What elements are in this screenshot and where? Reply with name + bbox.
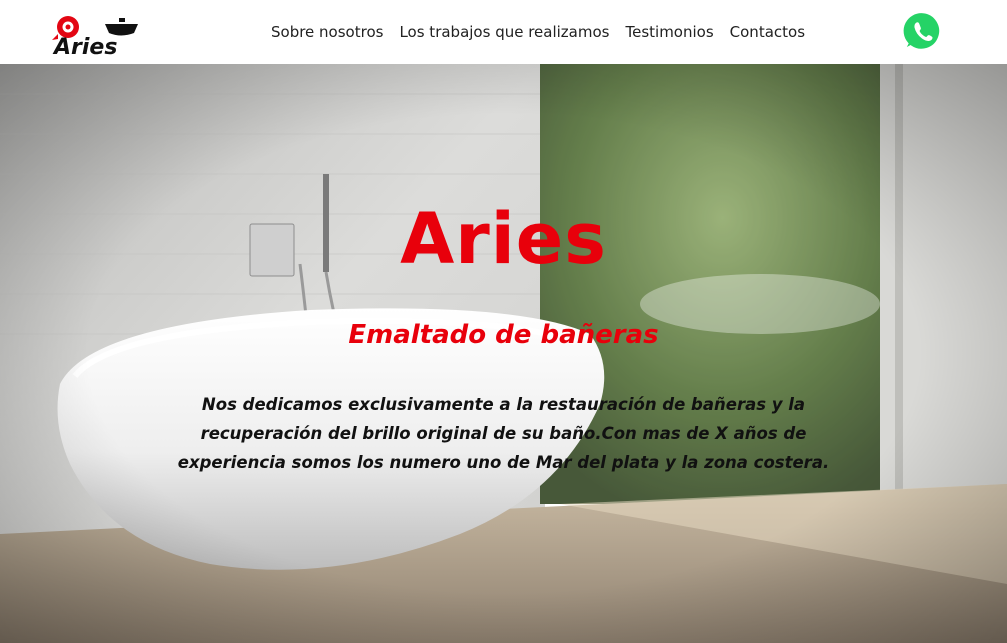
aries-logo[interactable]: Aries bbox=[50, 14, 152, 58]
nav-item-contactos[interactable]: Contactos bbox=[730, 20, 805, 44]
hero-section: Aries Emaltado de bañeras Nos dedicamos … bbox=[0, 64, 1007, 643]
nav-item-trabajos[interactable]: Los trabajos que realizamos bbox=[399, 20, 609, 44]
svg-text:Aries: Aries bbox=[52, 35, 117, 58]
page: Aries Sobre nosotros Los trabajos que re… bbox=[0, 0, 1007, 643]
site-header: Aries Sobre nosotros Los trabajos que re… bbox=[0, 0, 1007, 64]
nav-item-testimonios[interactable]: Testimonios bbox=[625, 20, 713, 44]
hero-title: Aries bbox=[400, 198, 607, 280]
aries-logo-graphic: Aries bbox=[52, 16, 138, 58]
nav-item-sobre-nosotros[interactable]: Sobre nosotros bbox=[271, 20, 383, 44]
hero-subtitle: Emaltado de bañeras bbox=[348, 320, 659, 350]
bathroom-background-image bbox=[0, 64, 1007, 643]
whatsapp-button[interactable] bbox=[900, 9, 946, 55]
hero-description: Nos dedicamos exclusivamente a la restau… bbox=[177, 395, 830, 472]
main-nav: Sobre nosotros Los trabajos que realizam… bbox=[263, 20, 813, 44]
whatsapp-icon bbox=[901, 10, 942, 53]
